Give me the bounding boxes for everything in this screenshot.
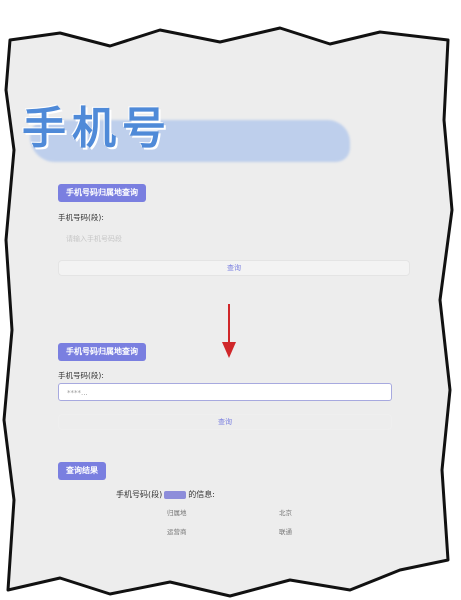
section2-field-label: 手机号码(段): — [58, 371, 104, 380]
section1-query-button[interactable]: 查询 — [58, 260, 410, 276]
result-badge: 查询结果 — [58, 462, 106, 480]
result-heading: 手机号码(段) 的信息: — [116, 489, 215, 500]
section1-field-label: 手机号码(段): — [58, 213, 104, 222]
page-header: 手机号 — [20, 92, 360, 172]
result-key-carrier: 运营商 — [167, 528, 187, 536]
section1-phone-input[interactable]: 请输入手机号码段 — [58, 230, 298, 248]
paper-background — [2, 26, 454, 598]
section2-query-button[interactable]: 查询 — [58, 414, 392, 430]
redacted-number — [164, 490, 187, 499]
section1-badge: 手机号码归属地查询 — [58, 184, 146, 202]
result-value-location: 北京 — [279, 509, 292, 517]
result-heading-prefix: 手机号码(段) — [116, 490, 163, 499]
page-title: 手机号 — [22, 103, 172, 154]
section2-phone-input[interactable]: ****... — [58, 383, 392, 401]
result-value-carrier: 联通 — [279, 528, 292, 536]
result-heading-suffix: 的信息: — [188, 490, 215, 499]
down-arrow-icon — [222, 304, 236, 358]
section2-badge: 手机号码归属地查询 — [58, 343, 146, 361]
result-key-location: 归属地 — [167, 509, 187, 517]
